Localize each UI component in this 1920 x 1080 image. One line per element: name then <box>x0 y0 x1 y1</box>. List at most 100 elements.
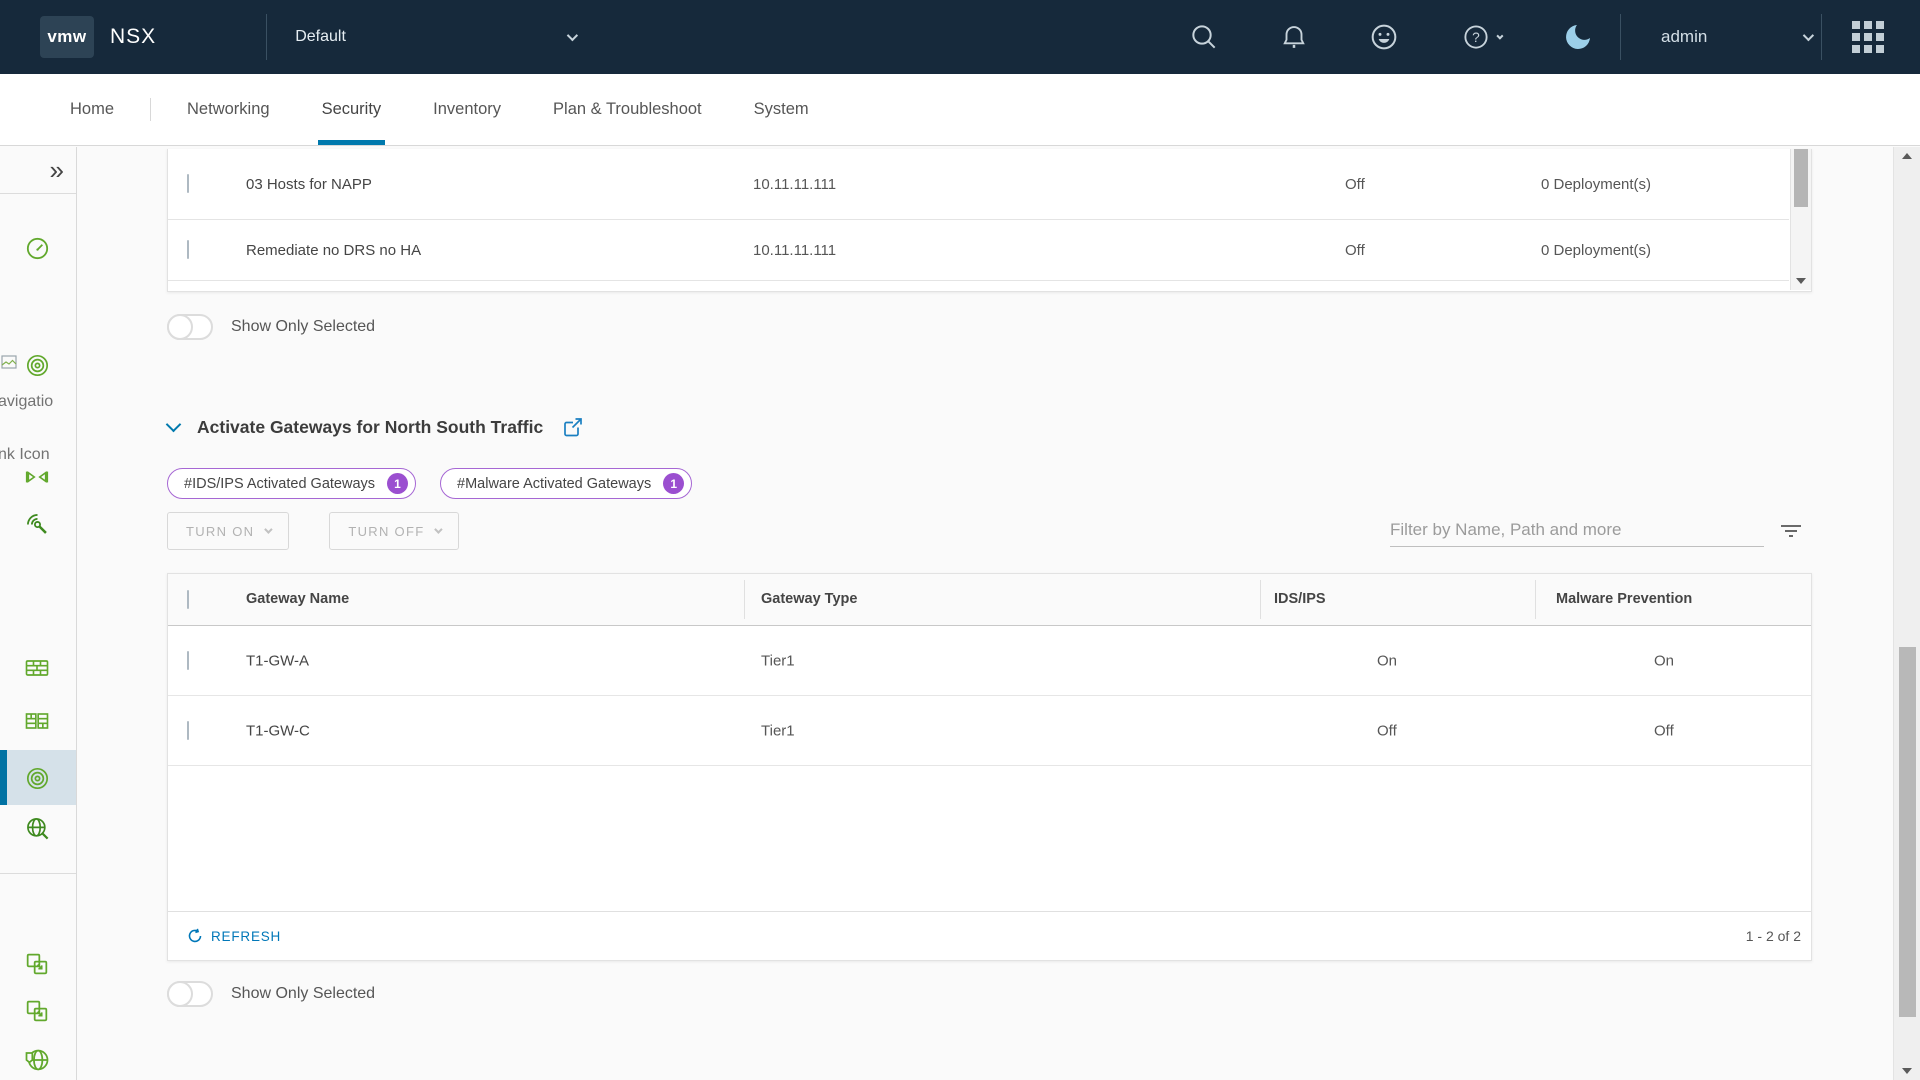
user-menu-dropdown[interactable]: admin <box>1621 27 1821 47</box>
sidebar-label-fragment-navigation[interactable]: avigatio <box>0 393 53 411</box>
ids-ips-state-label: Off <box>1377 722 1397 739</box>
scroll-up-arrow-icon[interactable] <box>1902 153 1912 159</box>
external-link-icon[interactable] <box>561 415 585 439</box>
tab-system[interactable]: System <box>728 74 835 145</box>
show-only-selected-label: Show Only Selected <box>231 985 375 1003</box>
column-divider <box>1260 580 1261 619</box>
table-row: T1-GW-A Tier1 On On <box>168 626 1811 695</box>
cluster-ip: 10.11.11.111 <box>753 242 836 259</box>
sidebar-divider <box>0 193 77 194</box>
cluster-state-label: Off <box>1345 242 1365 259</box>
show-only-selected-label: Show Only Selected <box>231 318 375 336</box>
tab-home[interactable]: Home <box>44 74 140 145</box>
theme-moon-icon[interactable] <box>1562 21 1594 53</box>
row-divider <box>168 765 1811 766</box>
vmware-logo[interactable]: vmw <box>40 16 94 58</box>
search-icon[interactable] <box>1188 21 1220 53</box>
row-checkbox[interactable] <box>187 174 189 193</box>
security-sidebar: » avigatio nk Icon <box>0 147 77 1080</box>
refresh-button[interactable]: REFRESH <box>187 928 281 944</box>
page-scrollbar-thumb[interactable] <box>1899 647 1916 1017</box>
show-only-selected-toggle[interactable] <box>167 314 213 340</box>
username: admin <box>1661 27 1707 47</box>
globe-search-icon[interactable] <box>22 813 52 843</box>
column-header-ids-ips[interactable]: IDS/IPS <box>1274 591 1326 607</box>
sidebar-expand-icon[interactable]: » <box>50 157 64 183</box>
row-checkbox[interactable] <box>187 721 189 740</box>
product-title: NSX <box>110 25 156 49</box>
sidebar-divider <box>0 873 77 874</box>
row-checkbox[interactable] <box>187 240 189 259</box>
show-only-selected-toggle[interactable] <box>167 981 213 1007</box>
header-divider <box>1821 14 1822 60</box>
chevron-down-icon <box>264 525 272 533</box>
gateway-type: Tier1 <box>761 722 795 739</box>
gateway-table-footer: REFRESH 1 - 2 of 2 <box>168 911 1811 960</box>
table-row: Remediate no DRS no HA 10.11.11.111 Off … <box>168 220 1789 280</box>
app-launcher-grid-icon[interactable] <box>1852 21 1884 53</box>
scroll-down-arrow-icon[interactable] <box>1902 1068 1912 1074</box>
refresh-label: REFRESH <box>211 929 281 944</box>
sidebar-item-ids-ips-selected[interactable] <box>0 750 77 805</box>
column-divider <box>744 580 745 619</box>
distributed-firewall-icon[interactable] <box>22 706 52 736</box>
chevron-down-icon <box>435 525 443 533</box>
scroll-down-arrow-icon[interactable] <box>1796 278 1806 284</box>
tab-plan-troubleshoot[interactable]: Plan & Troubleshoot <box>527 74 728 145</box>
host-clusters-table: 03 Hosts for NAPP 10.11.11.111 Off 0 Dep… <box>167 149 1812 292</box>
chevron-down-icon <box>1496 32 1503 39</box>
table-scrollbar[interactable] <box>1790 149 1811 290</box>
active-item-indicator <box>0 750 7 805</box>
badge-malware-gateways[interactable]: #Malware Activated Gateways 1 <box>440 468 692 499</box>
tab-security[interactable]: Security <box>296 74 408 145</box>
turn-off-button[interactable]: TURN OFF <box>329 512 459 550</box>
gateway-badges: #IDS/IPS Activated Gateways 1 #Malware A… <box>167 468 692 499</box>
page-scrollbar[interactable] <box>1893 147 1920 1080</box>
column-header-gateway-name[interactable]: Gateway Name <box>246 591 349 607</box>
tab-divider <box>150 98 151 121</box>
select-all-checkbox[interactable] <box>187 590 189 609</box>
pagination-count: 1 - 2 of 2 <box>1746 928 1801 944</box>
chevron-down-icon <box>567 30 578 41</box>
globe-shield-icon[interactable] <box>22 1045 52 1075</box>
refresh-icon <box>187 928 203 944</box>
section-title: Activate Gateways for North South Traffi… <box>197 417 543 438</box>
row-checkbox[interactable] <box>187 651 189 670</box>
column-header-malware-prevention[interactable]: Malware Prevention <box>1556 591 1692 607</box>
notifications-bell-icon[interactable] <box>1278 21 1310 53</box>
filter-input[interactable] <box>1390 520 1764 540</box>
feedback-smiley-icon[interactable] <box>1368 21 1400 53</box>
clone-arrow-icon-2[interactable] <box>22 996 52 1026</box>
gateway-table: Gateway Name Gateway Type IDS/IPS Malwar… <box>167 573 1812 961</box>
badge-count: 1 <box>387 473 408 494</box>
dashboard-gauge-icon[interactable] <box>22 233 52 263</box>
cluster-deployments: 0 Deployment(s) <box>1541 176 1651 193</box>
table-scrollbar-thumb[interactable] <box>1794 149 1808 207</box>
target-icon[interactable] <box>22 350 52 380</box>
radar-search-icon[interactable] <box>22 509 52 539</box>
tab-inventory[interactable]: Inventory <box>407 74 527 145</box>
help-icon[interactable]: ? <box>1458 21 1504 53</box>
turn-on-button[interactable]: TURN ON <box>167 512 289 550</box>
cluster-deployments: 0 Deployment(s) <box>1541 242 1651 259</box>
cluster-state-label: Off <box>1345 176 1365 193</box>
chevron-down-icon <box>1803 30 1814 41</box>
show-only-selected-control: Show Only Selected <box>167 314 375 340</box>
org-selector-dropdown[interactable]: Default <box>295 28 575 46</box>
badge-count: 1 <box>663 473 684 494</box>
svg-text:?: ? <box>1472 30 1480 45</box>
clone-arrow-icon[interactable] <box>22 949 52 979</box>
gateway-name: T1-GW-A <box>246 652 309 669</box>
switch-link-icon[interactable] <box>22 462 52 492</box>
tab-networking[interactable]: Networking <box>161 74 296 145</box>
column-header-gateway-type[interactable]: Gateway Type <box>761 591 857 607</box>
gateway-section-header: Activate Gateways for North South Traffi… <box>168 415 585 439</box>
firewall-icon[interactable] <box>22 653 52 683</box>
collapse-chevron-icon[interactable] <box>166 416 182 432</box>
row-divider <box>168 280 1789 281</box>
header-icon-group: ? <box>1188 21 1594 53</box>
table-row: 03 Hosts for NAPP 10.11.11.111 Off 0 Dep… <box>168 149 1789 219</box>
gateway-name: T1-GW-C <box>246 722 310 739</box>
filter-icon[interactable] <box>1778 519 1804 543</box>
badge-ids-ips-gateways[interactable]: #IDS/IPS Activated Gateways 1 <box>167 468 416 499</box>
